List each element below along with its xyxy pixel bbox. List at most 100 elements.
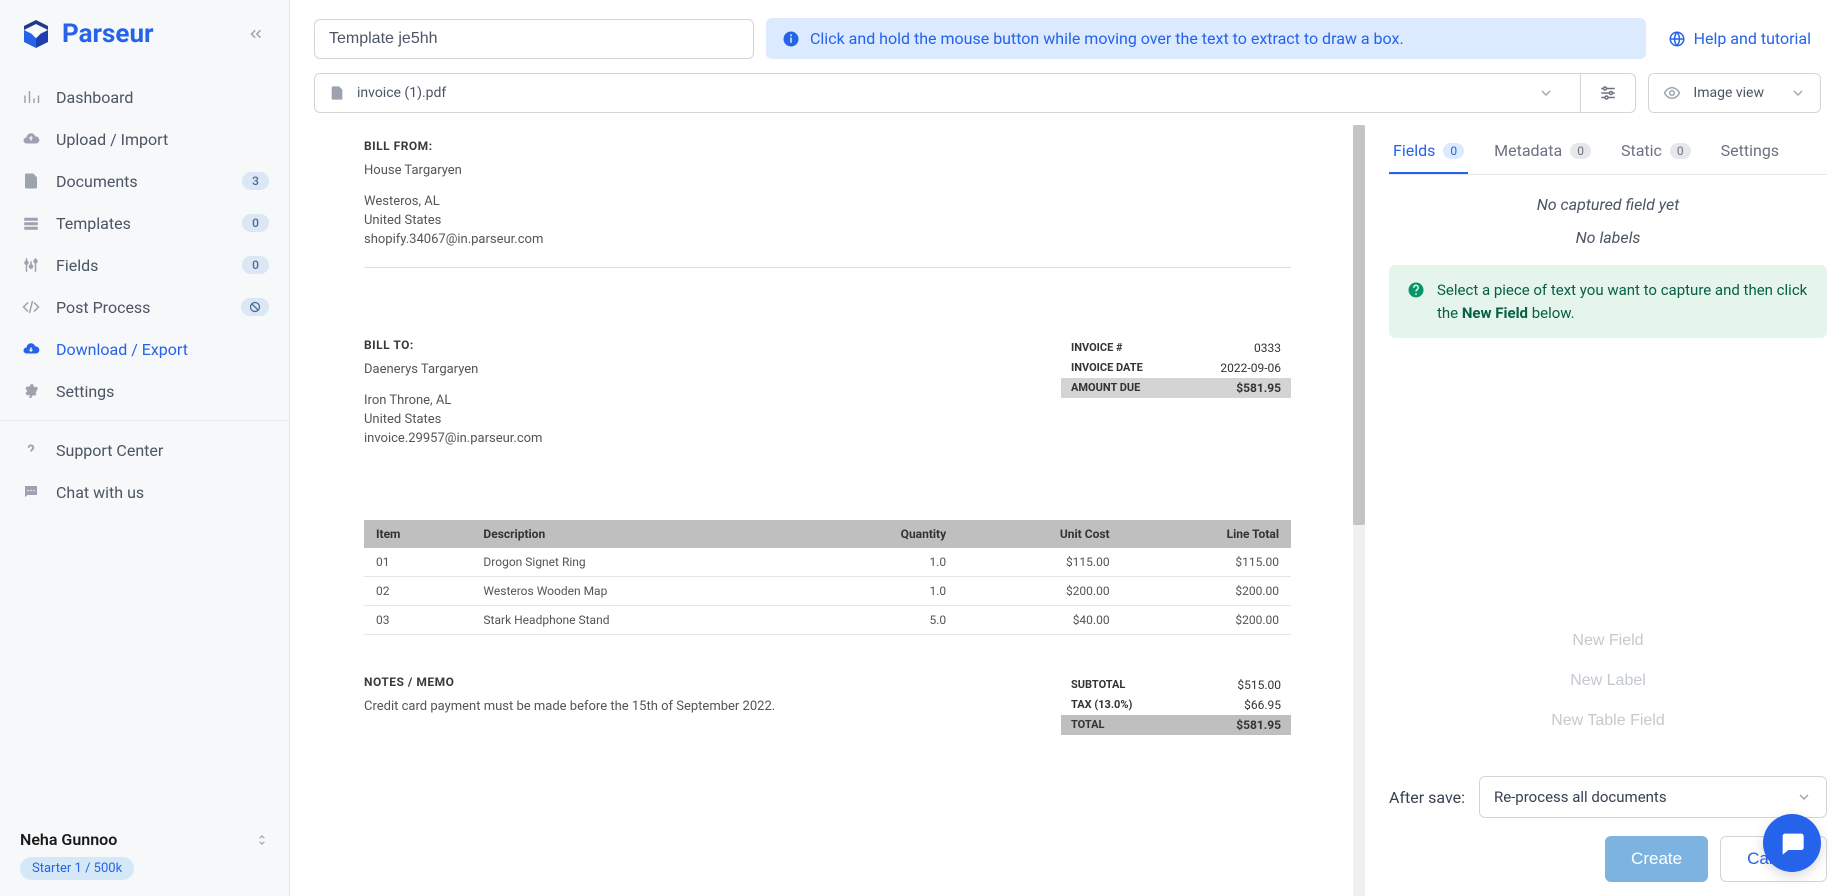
sidebar-footer: Neha Gunnoo Starter 1 / 500k xyxy=(0,814,289,896)
bill-to-email: invoice.29957@in.parseur.com xyxy=(364,431,542,446)
gear-icon xyxy=(20,380,42,402)
eye-icon xyxy=(1663,84,1681,102)
nav-divider xyxy=(0,420,289,421)
file-settings-button[interactable] xyxy=(1580,74,1635,112)
question-icon xyxy=(1407,281,1425,324)
user-menu[interactable]: Neha Gunnoo xyxy=(20,830,269,849)
file-name-text: invoice (1).pdf xyxy=(357,85,446,101)
nav-label: Support Center xyxy=(56,441,163,460)
upload-icon xyxy=(20,128,42,150)
new-field-button[interactable]: New Field xyxy=(1560,624,1655,658)
bill-to-addr2: United States xyxy=(364,412,542,427)
bill-to-label: BILL TO: xyxy=(364,338,542,352)
template-name-input[interactable] xyxy=(314,19,754,59)
bill-from-addr1: Westeros, AL xyxy=(364,194,1291,209)
new-label-button[interactable]: New Label xyxy=(1558,664,1658,698)
code-icon xyxy=(20,296,42,318)
totals: SUBTOTAL$515.00 TAX (13.0%)$66.95 TOTAL$… xyxy=(1061,675,1291,735)
after-save-dropdown[interactable]: Re-process all documents xyxy=(1479,776,1827,818)
nav-download-export[interactable]: Download / Export xyxy=(0,328,289,370)
notes-text: Credit card payment must be made before … xyxy=(364,699,775,714)
bill-to-name: Daenerys Targaryen xyxy=(364,362,542,377)
scrollbar[interactable] xyxy=(1353,125,1365,896)
chevron-updown-icon xyxy=(255,831,269,849)
panel-footer: After save: Re-process all documents Cre… xyxy=(1389,764,1827,896)
nav-dashboard[interactable]: Dashboard xyxy=(0,76,289,118)
logo-icon xyxy=(20,18,52,50)
nav-documents[interactable]: Documents 3 xyxy=(0,160,289,202)
help-link[interactable]: Help and tutorial xyxy=(1658,29,1821,48)
nav-label: Post Process xyxy=(56,298,150,317)
help-icon xyxy=(20,439,42,461)
notes-label: NOTES / MEMO xyxy=(364,675,775,689)
panel-ghost-buttons: New Field New Label New Table Field xyxy=(1389,604,1827,764)
logo[interactable]: Parseur xyxy=(20,18,154,50)
sliders-icon xyxy=(1599,84,1617,102)
nav-disabled-icon xyxy=(241,298,269,316)
main-nav: Dashboard Upload / Import Documents 3 Te… xyxy=(0,68,289,521)
fields-icon xyxy=(20,254,42,276)
bill-from-name: House Targaryen xyxy=(364,163,1291,178)
nav-fields[interactable]: Fields 0 xyxy=(0,244,289,286)
table-row: 03Stark Headphone Stand5.0$40.00$200.00 xyxy=(364,606,1291,635)
create-button[interactable]: Create xyxy=(1605,836,1708,882)
chevron-down-icon xyxy=(1796,789,1812,805)
bill-from-label: BILL FROM: xyxy=(364,139,1291,153)
sidebar-collapse-button[interactable] xyxy=(243,21,269,47)
tip-text: Select a piece of text you want to captu… xyxy=(1437,279,1809,324)
col-desc: Description xyxy=(471,520,804,548)
chat-icon xyxy=(20,481,42,503)
nav-label: Download / Export xyxy=(56,340,188,359)
nav-label: Settings xyxy=(56,382,114,401)
toolbar: invoice (1).pdf Image view xyxy=(290,69,1845,125)
info-banner: Click and hold the mouse button while mo… xyxy=(766,18,1646,59)
templates-icon xyxy=(20,212,42,234)
panel-tabs: Fields0 Metadata0 Static0 Settings xyxy=(1389,125,1827,175)
chevron-down-icon xyxy=(1526,85,1566,101)
invoice-page: BILL FROM: House Targaryen Westeros, AL … xyxy=(314,125,1341,755)
document-preview[interactable]: BILL FROM: House Targaryen Westeros, AL … xyxy=(290,125,1353,896)
nav-templates[interactable]: Templates 0 xyxy=(0,202,289,244)
nav-label: Documents xyxy=(56,172,138,191)
nav-label: Fields xyxy=(56,256,98,275)
tab-metadata[interactable]: Metadata0 xyxy=(1490,135,1595,174)
top-bar: Click and hold the mouse button while mo… xyxy=(290,0,1845,69)
file-dropdown[interactable]: invoice (1).pdf xyxy=(315,74,1580,112)
sidebar: Parseur Dashboard Upload / Import Docume… xyxy=(0,0,290,896)
table-row: 02Westeros Wooden Map1.0$200.00$200.00 xyxy=(364,577,1291,606)
nav-label: Chat with us xyxy=(56,483,144,502)
download-icon xyxy=(20,338,42,360)
tip-box: Select a piece of text you want to captu… xyxy=(1389,265,1827,338)
file-selector: invoice (1).pdf xyxy=(314,73,1636,113)
tab-fields[interactable]: Fields0 xyxy=(1389,135,1468,174)
nav-label: Upload / Import xyxy=(56,130,168,149)
bill-from-addr2: United States xyxy=(364,213,1291,228)
help-text: Help and tutorial xyxy=(1694,29,1811,48)
after-save-value: Re-process all documents xyxy=(1494,788,1667,806)
after-save-label: After save: xyxy=(1389,788,1465,807)
nav-label: Templates xyxy=(56,214,131,233)
main-area: Click and hold the mouse button while mo… xyxy=(290,0,1845,896)
info-icon xyxy=(782,30,800,48)
nav-badge: 0 xyxy=(242,214,269,232)
info-text: Click and hold the mouse button while mo… xyxy=(810,29,1404,48)
nav-upload[interactable]: Upload / Import xyxy=(0,118,289,160)
bill-to-addr1: Iron Throne, AL xyxy=(364,393,542,408)
invoice-meta: INVOICE #0333 INVOICE DATE2022-09-06 AMO… xyxy=(1061,338,1291,398)
chat-fab[interactable] xyxy=(1763,814,1821,872)
documents-icon xyxy=(20,170,42,192)
logo-text: Parseur xyxy=(62,19,154,49)
tab-static[interactable]: Static0 xyxy=(1617,135,1695,174)
new-table-field-button[interactable]: New Table Field xyxy=(1539,704,1677,738)
divider xyxy=(364,267,1291,268)
nav-chat[interactable]: Chat with us xyxy=(0,471,289,513)
tab-settings[interactable]: Settings xyxy=(1717,135,1783,174)
nav-support[interactable]: Support Center xyxy=(0,429,289,471)
nav-post-process[interactable]: Post Process xyxy=(0,286,289,328)
bill-from-email: shopify.34067@in.parseur.com xyxy=(364,232,1291,247)
nav-settings[interactable]: Settings xyxy=(0,370,289,412)
empty-labels-text: No labels xyxy=(1389,228,1827,247)
user-name: Neha Gunnoo xyxy=(20,830,117,849)
view-mode-dropdown[interactable]: Image view xyxy=(1648,73,1821,113)
fields-panel: Fields0 Metadata0 Static0 Settings No ca… xyxy=(1365,125,1845,896)
